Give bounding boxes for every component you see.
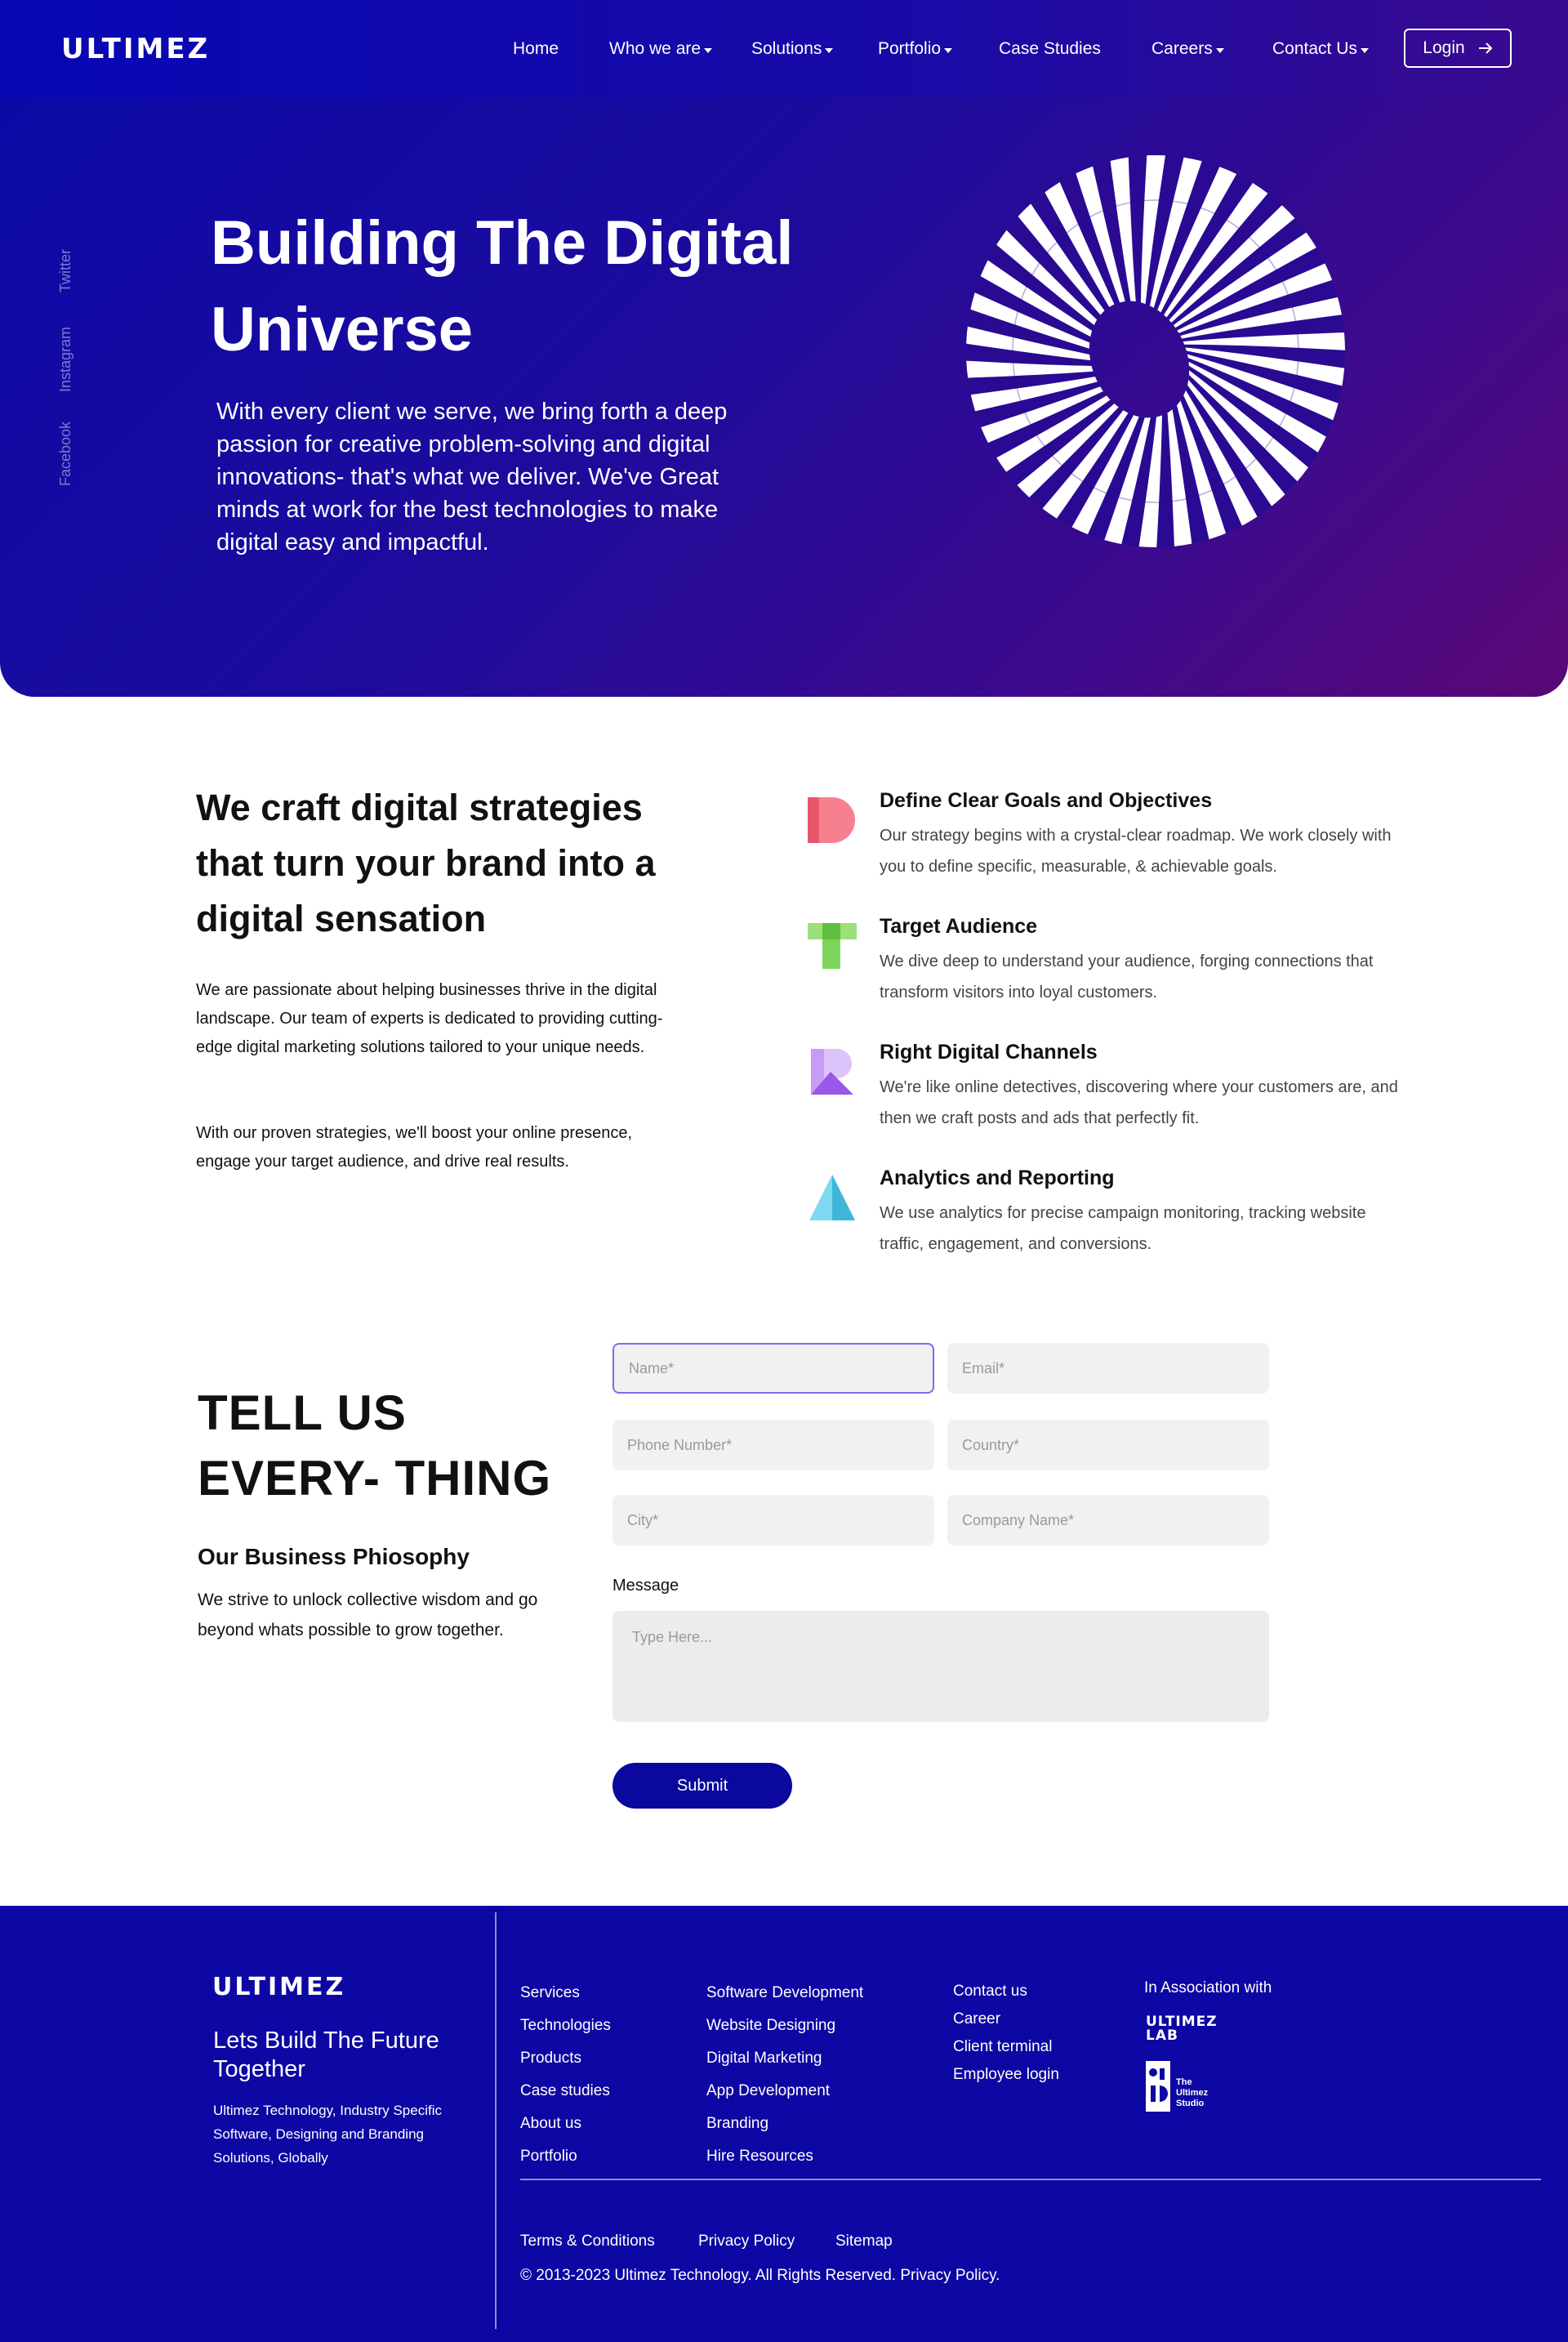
- feature-title: Target Audience: [880, 915, 1038, 938]
- login-button[interactable]: Login: [1404, 29, 1512, 68]
- footer-link-branding[interactable]: Branding: [706, 2108, 863, 2140]
- chevron-down-icon: [944, 48, 953, 53]
- strategy-paragraph-2: With our proven strategies, we'll boost …: [196, 1124, 633, 1171]
- phone-input[interactable]: [612, 1420, 934, 1470]
- nav-case-studies-label: Case Studies: [999, 39, 1101, 58]
- main-nav: Home Who we are Solutions Portfolio Case…: [0, 39, 1568, 64]
- feature-title: Analytics and Reporting: [880, 1167, 1115, 1189]
- footer-links-company: Services Technologies Products Case stud…: [520, 1977, 611, 2173]
- studio-line3: Studio: [1176, 2099, 1205, 2108]
- name-input[interactable]: [612, 1343, 934, 1394]
- chevron-down-icon: [825, 48, 834, 53]
- studio-line1: The: [1176, 2077, 1192, 2087]
- lab-logo-line2: LAB: [1146, 2028, 1178, 2044]
- feature-description: We dive deep to understand your audience…: [880, 952, 1374, 1001]
- nav-careers[interactable]: Careers: [1152, 39, 1224, 59]
- footer-links-contact: Contact us Career Client terminal Employ…: [953, 1978, 1059, 2089]
- footer-link-portfolio[interactable]: Portfolio: [520, 2140, 611, 2173]
- social-twitter-link[interactable]: Twitter: [57, 249, 74, 292]
- nav-solutions-label: Solutions: [751, 39, 822, 58]
- nav-home-label: Home: [513, 39, 559, 58]
- footer-link-technologies[interactable]: Technologies: [520, 2010, 611, 2042]
- terms-link[interactable]: Terms & Conditions: [520, 2233, 655, 2251]
- hero-title-line2: Universe: [211, 295, 474, 364]
- feature-description: We use analytics for precise campaign mo…: [880, 1204, 1366, 1253]
- top-navigation-bar: ULTIMEZ Home Who we are Solutions Portfo…: [0, 0, 1568, 98]
- copyright-text: © 2013-2023 Ultimez Technology. All Righ…: [520, 2267, 1000, 2284]
- chevron-down-icon: [704, 48, 713, 53]
- triangle-icon: [809, 1175, 855, 1220]
- footer-link-career[interactable]: Career: [953, 2005, 1059, 2033]
- nav-contact-us[interactable]: Contact Us: [1272, 39, 1369, 59]
- nav-portfolio[interactable]: Portfolio: [878, 39, 953, 59]
- footer-link-employee-login[interactable]: Employee login: [953, 2061, 1059, 2089]
- letter-r-icon: [811, 1049, 853, 1095]
- city-input[interactable]: [612, 1495, 934, 1546]
- social-facebook-link[interactable]: Facebook: [57, 422, 74, 486]
- footer-link-website-designing[interactable]: Website Designing: [706, 2010, 863, 2042]
- ultimez-lab-logo[interactable]: ULTIMEZ LAB: [1146, 2015, 1218, 2043]
- footer-link-software-development[interactable]: Software Development: [706, 1977, 863, 2010]
- arrow-right-icon: [1478, 42, 1493, 54]
- chevron-down-icon: [1215, 48, 1224, 53]
- company-input[interactable]: [947, 1495, 1269, 1546]
- hero-section: ULTIMEZ Home Who we are Solutions Portfo…: [0, 0, 1568, 697]
- footer-vertical-divider: [495, 1912, 497, 2329]
- nav-solutions[interactable]: Solutions: [751, 39, 834, 59]
- tell-us-line2: EVERY- THING: [198, 1451, 552, 1506]
- footer-link-case-studies[interactable]: Case studies: [520, 2075, 611, 2108]
- feature-description: We're like online detectives, discoverin…: [880, 1078, 1398, 1127]
- footer-logo[interactable]: ULTIMEZ: [212, 1973, 345, 2001]
- footer-link-client-terminal[interactable]: Client terminal: [953, 2033, 1059, 2061]
- nav-case-studies[interactable]: Case Studies: [999, 39, 1101, 59]
- tell-us-line1: TELL US: [198, 1385, 407, 1440]
- studio-mark-icon: [1146, 2061, 1170, 2112]
- sitemap-link[interactable]: Sitemap: [835, 2233, 893, 2251]
- footer-links-services: Software Development Website Designing D…: [706, 1977, 863, 2173]
- feature-title: Right Digital Channels: [880, 1041, 1098, 1064]
- footer-link-hire-resources[interactable]: Hire Resources: [706, 2140, 863, 2173]
- strategy-title: We craft digital strategies that turn yo…: [196, 787, 656, 939]
- feature-description: Our strategy begins with a crystal-clear…: [880, 827, 1392, 876]
- association-label: In Association with: [1144, 1979, 1272, 1996]
- footer-link-app-development[interactable]: App Development: [706, 2075, 863, 2108]
- footer-link-services[interactable]: Services: [520, 1977, 611, 2010]
- letter-d-icon: [808, 797, 855, 843]
- message-label: Message: [612, 1577, 679, 1595]
- nav-careers-label: Careers: [1152, 39, 1213, 58]
- studio-text: The Ultimez Studio: [1176, 2077, 1208, 2109]
- nav-contact-us-label: Contact Us: [1272, 39, 1357, 58]
- footer-link-contact-us[interactable]: Contact us: [953, 1978, 1059, 2005]
- philosophy-title: Our Business Phiosophy: [198, 1544, 470, 1569]
- social-instagram-link[interactable]: Instagram: [57, 327, 74, 392]
- tell-us-title: TELL US EVERY- THING: [198, 1381, 551, 1511]
- nav-who-we-are-label: Who we are: [609, 39, 702, 58]
- chevron-down-icon: [1360, 48, 1369, 53]
- letter-t-icon: [808, 923, 857, 969]
- hero-title: Building The Digital Universe: [211, 200, 831, 373]
- philosophy-text: We strive to unlock collective wisdom an…: [198, 1590, 538, 1639]
- email-input[interactable]: [947, 1343, 1269, 1394]
- strategy-paragraph-1: We are passionate about helping business…: [196, 981, 663, 1056]
- nav-portfolio-label: Portfolio: [878, 39, 942, 58]
- striped-torus-graphic: [964, 151, 1348, 551]
- feature-title: Define Clear Goals and Objectives: [880, 789, 1213, 812]
- footer-link-digital-marketing[interactable]: Digital Marketing: [706, 2042, 863, 2075]
- studio-line2: Ultimez: [1176, 2088, 1209, 2098]
- hero-title-line1: Building The Digital: [211, 208, 794, 278]
- footer-description: Ultimez Technology, Industry Specific So…: [213, 2103, 442, 2166]
- hero-description: With every client we serve, we bring for…: [216, 399, 728, 555]
- privacy-policy-link[interactable]: Privacy Policy: [698, 2233, 795, 2251]
- footer-horizontal-divider: [520, 2179, 1541, 2180]
- nav-home[interactable]: Home: [513, 39, 559, 59]
- login-label: Login: [1423, 38, 1465, 57]
- footer-link-products[interactable]: Products: [520, 2042, 611, 2075]
- submit-button[interactable]: Submit: [612, 1763, 792, 1809]
- ultimez-studio-logo[interactable]: The Ultimez Studio: [1146, 2061, 1211, 2115]
- message-textarea[interactable]: [612, 1611, 1269, 1722]
- nav-who-we-are[interactable]: Who we are: [609, 39, 713, 59]
- footer-tagline: Lets Build The Future Together: [213, 2028, 439, 2082]
- country-input[interactable]: [947, 1420, 1269, 1470]
- footer-link-about-us[interactable]: About us: [520, 2108, 611, 2140]
